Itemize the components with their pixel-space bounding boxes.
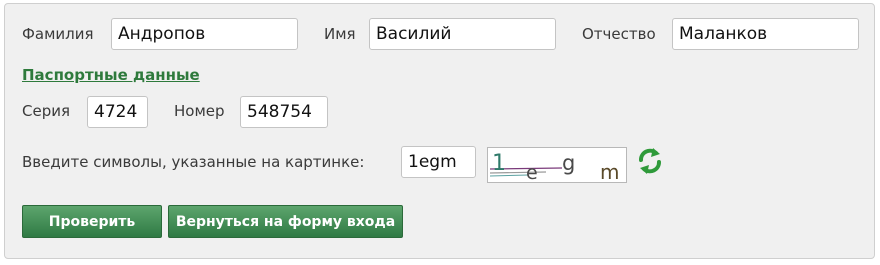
- captcha-char-1: 1: [492, 151, 506, 176]
- back-to-login-button[interactable]: Вернуться на форму входа: [168, 205, 403, 238]
- captcha-char-3: g: [562, 151, 575, 175]
- surname-input[interactable]: [111, 18, 298, 50]
- series-label: Серия: [22, 102, 70, 120]
- captcha-label: Введите символы, указанные на картинке:: [22, 153, 365, 171]
- captcha-input[interactable]: [401, 146, 476, 178]
- patronymic-label: Отчество: [582, 25, 656, 43]
- series-input[interactable]: [87, 96, 148, 128]
- form-panel: Фамилия Имя Отчество Паспортные данные С…: [4, 3, 875, 259]
- number-label: Номер: [174, 102, 225, 120]
- captcha-char-4: m: [600, 160, 619, 182]
- check-button[interactable]: Проверить: [22, 205, 162, 238]
- patronymic-input[interactable]: [672, 18, 859, 50]
- refresh-icon-svg: [639, 148, 661, 174]
- number-input[interactable]: [240, 96, 328, 128]
- name-label: Имя: [324, 25, 356, 43]
- captcha-char-2: e: [526, 162, 538, 182]
- captcha-image: 1 e g m: [487, 147, 627, 184]
- refresh-icon[interactable]: [636, 146, 664, 176]
- passport-data-link[interactable]: Паспортные данные: [22, 66, 200, 84]
- name-input[interactable]: [369, 18, 556, 50]
- captcha-svg: 1 e g m: [489, 151, 619, 184]
- surname-label: Фамилия: [22, 25, 94, 43]
